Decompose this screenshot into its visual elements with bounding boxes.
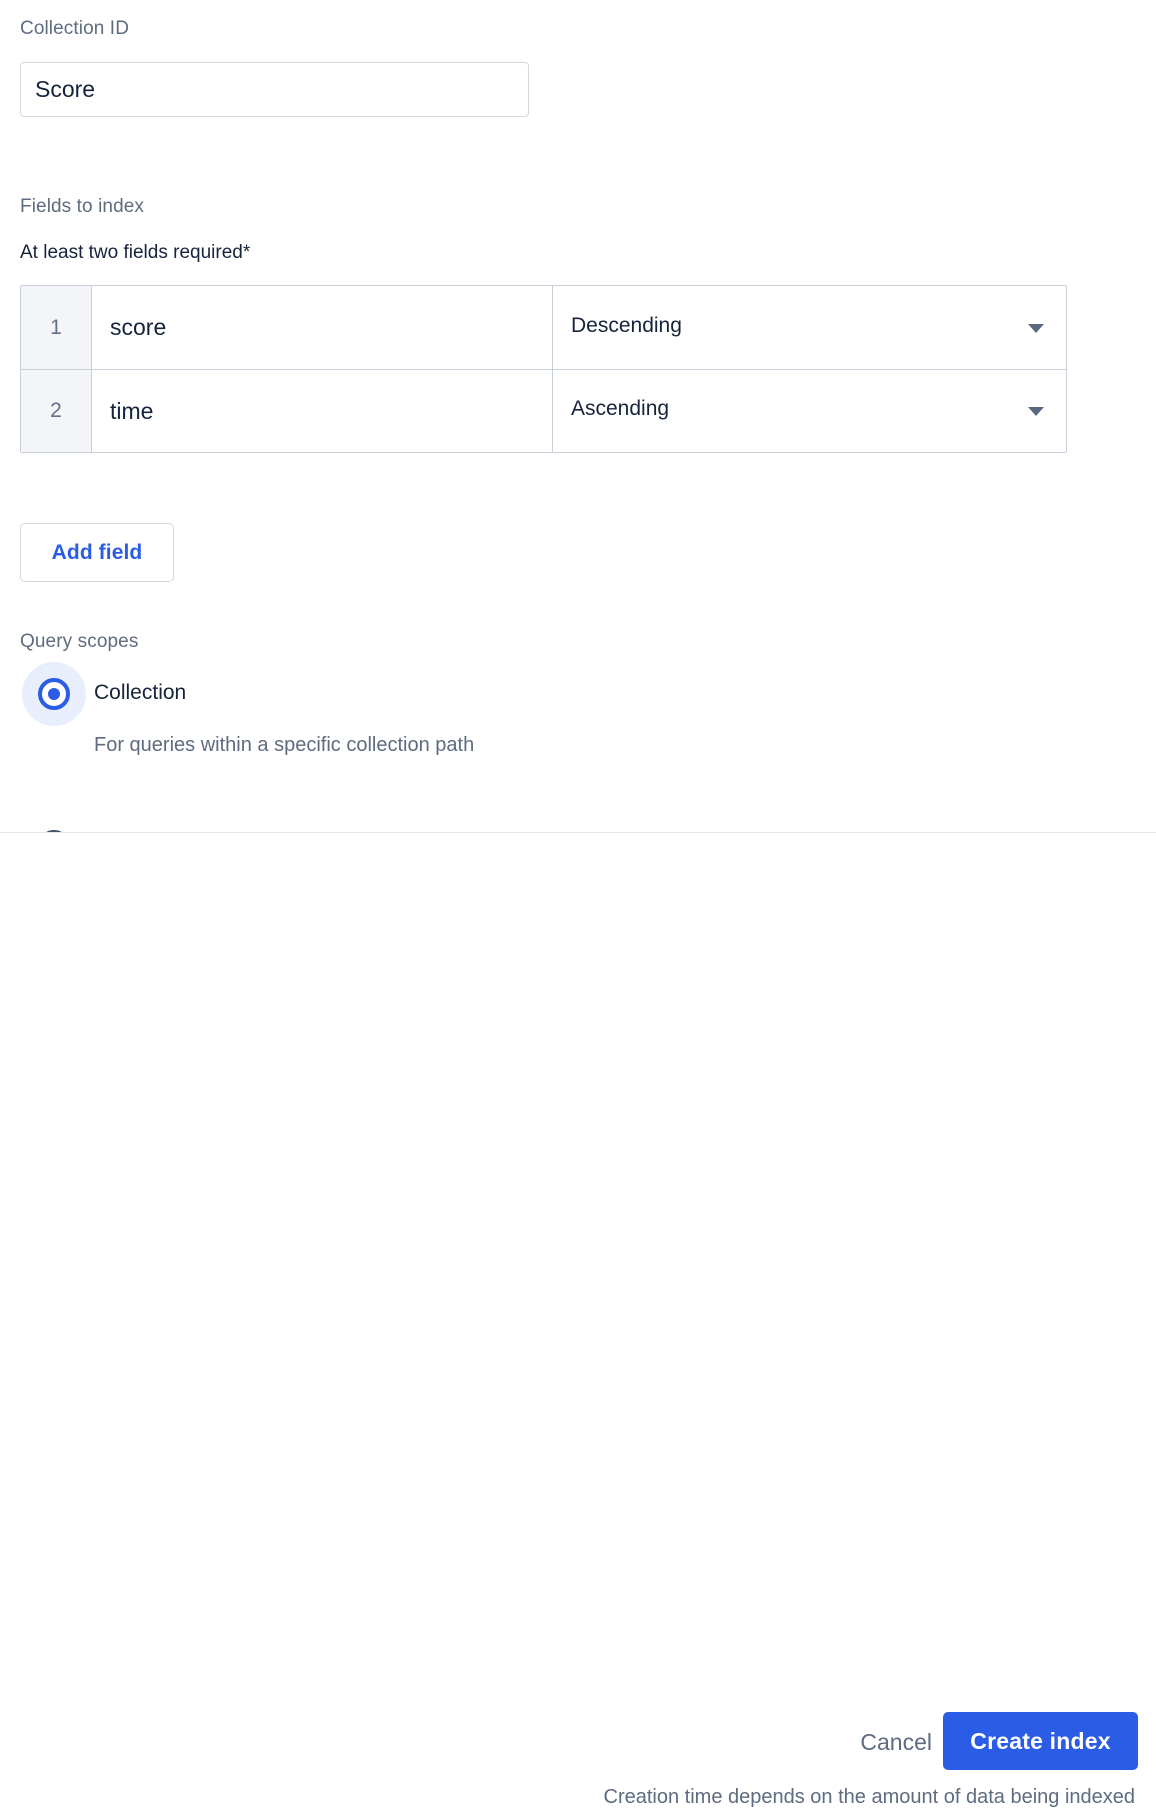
radio-button-selected-icon[interactable] xyxy=(38,678,70,710)
fields-required-note: At least two fields required* xyxy=(20,242,251,263)
radio-option-description: For queries within a specific collection… xyxy=(94,734,475,756)
dialog-footer: Cancel Create index Creation time depend… xyxy=(0,833,1156,1808)
row-index-number: 1 xyxy=(21,286,92,369)
table-row: 1 Descending xyxy=(21,286,1066,369)
chevron-down-icon xyxy=(1028,323,1044,333)
field-order-select[interactable]: Descending xyxy=(553,286,1066,369)
radio-option-label: Collection xyxy=(94,681,187,704)
field-order-value: Ascending xyxy=(571,397,670,420)
row-field-cell[interactable] xyxy=(92,370,553,452)
cancel-button[interactable]: Cancel xyxy=(850,1719,942,1765)
index-form-scroll-area[interactable]: Collection ID Fields to index At least t… xyxy=(0,0,1156,832)
chevron-down-icon xyxy=(1028,407,1044,416)
create-index-button[interactable]: Create index xyxy=(943,1712,1138,1770)
field-order-value: Descending xyxy=(571,313,682,337)
query-scopes-label: Query scopes xyxy=(20,631,139,652)
add-field-button[interactable]: Add field xyxy=(20,523,174,582)
fields-to-index-label: Fields to index xyxy=(20,196,145,217)
field-path-input[interactable] xyxy=(92,314,552,341)
row-index-number: 2 xyxy=(21,370,92,452)
fields-table: 1 Descending 2 Ascending xyxy=(20,285,1067,453)
creation-time-note: Creation time depends on the amount of d… xyxy=(603,1786,1135,1808)
table-row: 2 Ascending xyxy=(21,369,1066,452)
collection-id-input[interactable] xyxy=(20,62,529,117)
field-path-input[interactable] xyxy=(92,397,552,425)
row-field-cell[interactable] xyxy=(92,286,553,369)
field-order-select[interactable]: Ascending xyxy=(553,370,1066,452)
collection-id-label: Collection ID xyxy=(20,18,130,39)
